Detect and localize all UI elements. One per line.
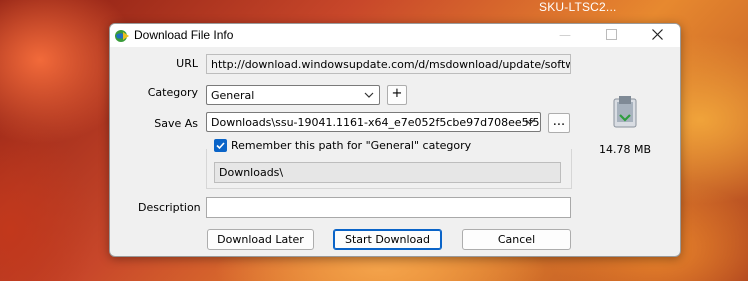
add-category-button[interactable]: + [387,85,407,105]
save-as-value: Downloads\ssu-19041.1161-x64_e7e052f5cbe… [211,116,541,129]
save-as-label: Save As [154,117,198,130]
maximize-button[interactable] [588,24,634,47]
download-later-button[interactable]: Download Later [207,229,314,250]
close-button[interactable] [634,24,680,47]
remembered-path-field: Downloads\ [214,162,561,183]
category-label: Category [147,86,198,99]
file-package-icon [610,93,640,129]
minimize-button[interactable]: — [542,24,588,47]
save-as-select[interactable]: Downloads\ssu-19041.1161-x64_e7e052f5cbe… [206,112,541,132]
chevron-down-icon [364,92,374,98]
chevron-down-icon [525,119,535,125]
remember-path-label: Remember this path for "General" categor… [231,139,472,152]
url-label: URL [176,57,198,70]
remember-path-checkbox[interactable] [214,139,227,152]
file-size: 14.78 MB [598,143,652,156]
idm-globe-icon [114,28,130,44]
category-select[interactable]: General [206,85,380,105]
title-bar[interactable]: Download File Info — [110,24,680,47]
close-icon [651,28,663,40]
download-file-info-dialog: Download File Info — URL http://download… [109,23,681,257]
maximize-icon [605,28,617,40]
description-input[interactable] [206,197,571,218]
url-field[interactable]: http://download.windowsupdate.com/d/msdo… [206,54,571,74]
desktop-text: SKU-LTSC2... [539,0,617,14]
category-value: General [211,89,255,102]
cancel-button[interactable]: Cancel [462,229,571,250]
dialog-title: Download File Info [134,28,234,42]
description-label: Description [138,201,201,214]
start-download-button[interactable]: Start Download [333,229,442,250]
remember-path-checkbox-row[interactable]: Remember this path for "General" categor… [214,138,471,154]
browse-button[interactable]: ... [548,113,570,133]
check-icon [216,142,225,150]
